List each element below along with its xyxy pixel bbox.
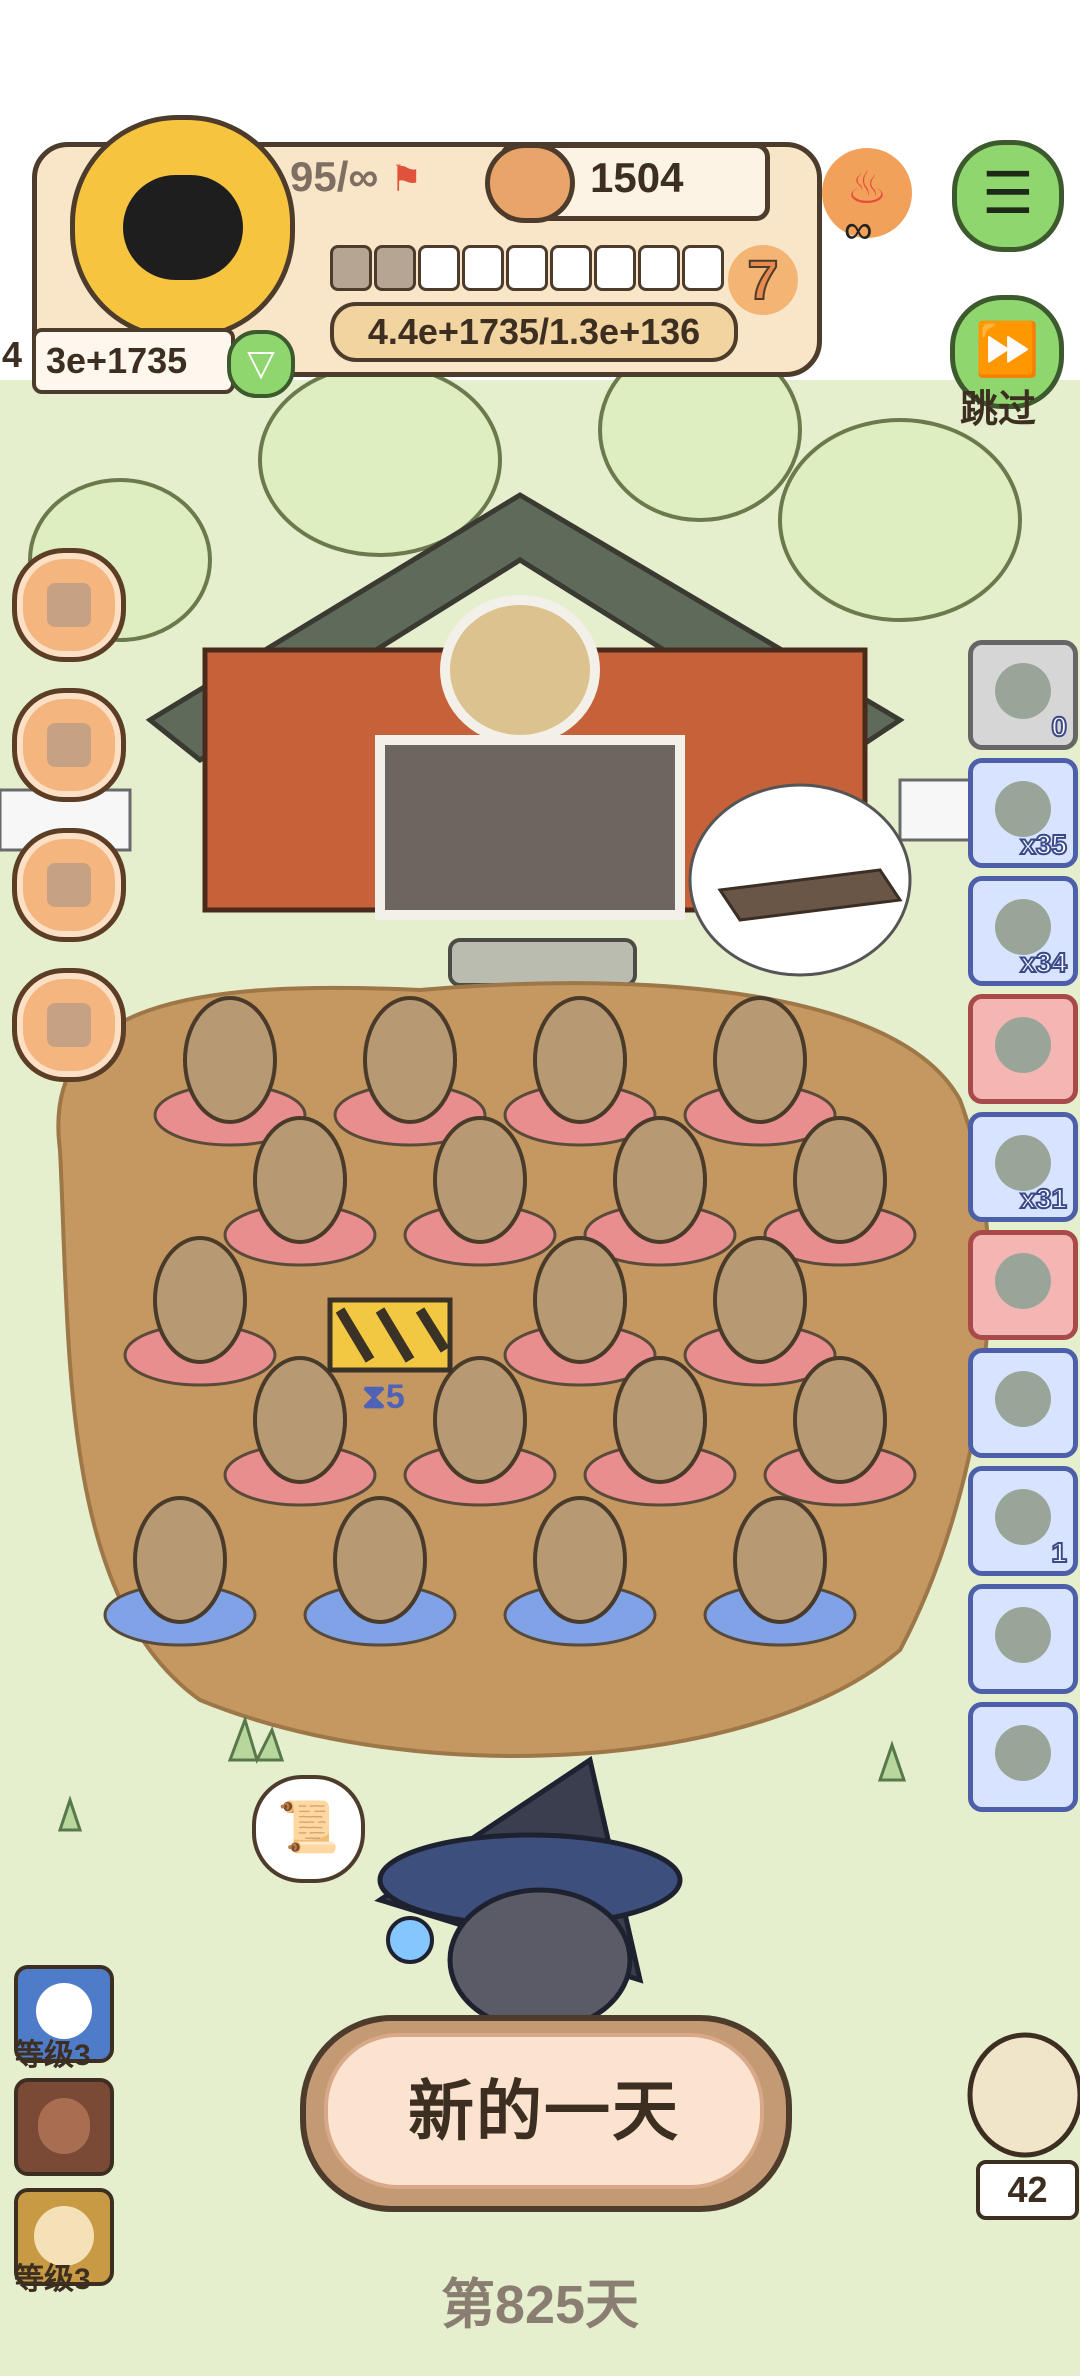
energy-counter: 95/∞ ⚑ xyxy=(290,148,470,206)
level-label-1: 等级3 xyxy=(14,2039,91,2072)
new-day-button[interactable]: 新的一天 xyxy=(300,2015,792,2212)
side-item-count: x35 xyxy=(1019,828,1068,861)
progress-pip xyxy=(330,245,372,291)
owl-count: 42 xyxy=(1007,2169,1048,2210)
card-icon xyxy=(995,1725,1051,1781)
wealth-text: 3e+1735 xyxy=(46,340,188,381)
flame-badge[interactable]: ♨ ∞ xyxy=(822,148,912,252)
expand-chevron-icon[interactable]: ▽ xyxy=(227,330,295,398)
xp-progress-bar: 4.4e+1735/1.3e+136 xyxy=(330,302,738,362)
day-label: 第825天 xyxy=(440,2275,640,2335)
wealth-counter: 4 3e+1735 ▽ xyxy=(2,328,295,398)
new-day-label: 新的一天 xyxy=(408,2074,680,2148)
progress-pip xyxy=(506,245,548,291)
gameboy-icon xyxy=(47,863,91,907)
certificate-icon[interactable]: 📜 xyxy=(252,1775,365,1883)
player-avatar[interactable] xyxy=(70,115,295,340)
green-orb-icon xyxy=(995,1253,1051,1309)
left-menu-button-3[interactable] xyxy=(12,968,126,1082)
side-item-count: 0 xyxy=(1050,710,1068,743)
level-badge: 7 xyxy=(728,245,798,315)
side-item-count: x34 xyxy=(1019,946,1068,979)
bell-icon xyxy=(995,1017,1051,1073)
blocked-plot-timer: ⧗5 xyxy=(362,1378,405,1417)
npc-hourglass-icon xyxy=(995,1489,1051,1545)
coin-counter[interactable]: 1504 xyxy=(485,143,770,223)
progress-pip xyxy=(462,245,504,291)
skip-label: 跳过 xyxy=(960,389,1037,431)
progress-pip xyxy=(638,245,680,291)
level-number: 7 xyxy=(746,247,779,312)
joystick-icon xyxy=(47,723,91,767)
side-item-slot[interactable]: x31 xyxy=(968,1112,1078,1222)
side-item-count: x31 xyxy=(1019,1182,1068,1215)
side-item-slot[interactable]: x34 xyxy=(968,876,1078,986)
left-menu-button-2[interactable] xyxy=(12,828,126,942)
flag-icon: ⚑ xyxy=(390,158,423,199)
side-item-slot[interactable] xyxy=(968,1702,1078,1812)
side-item-slot[interactable]: 1 xyxy=(968,1466,1078,1576)
progress-pip xyxy=(374,245,416,291)
progress-pip xyxy=(682,245,724,291)
progress-pip xyxy=(594,245,636,291)
side-item-count: 1 xyxy=(1050,1536,1068,1569)
owl-counter[interactable]: 42 xyxy=(976,2160,1079,2220)
progress-pip xyxy=(418,245,460,291)
coin-text: 1504 xyxy=(590,154,684,201)
side-item-slot[interactable] xyxy=(968,994,1078,1104)
side-item-slot[interactable] xyxy=(968,1348,1078,1458)
bag-slot[interactable] xyxy=(14,2078,114,2176)
flame-icon: ♨ xyxy=(846,161,888,213)
progress-text: 4.4e+1735/1.3e+136 xyxy=(367,311,701,352)
side-item-slot[interactable] xyxy=(968,1230,1078,1340)
bag-icon xyxy=(38,2098,90,2154)
black-cat-icon xyxy=(123,175,243,280)
fish-icon xyxy=(47,1003,91,1047)
hut-icon xyxy=(995,1371,1051,1427)
rock-bundle-icon xyxy=(995,663,1051,719)
feather-icon xyxy=(995,1607,1051,1663)
fast-forward-icon: ⏩ xyxy=(974,321,1040,379)
menu-list-icon[interactable]: ☰ xyxy=(952,140,1064,252)
side-item-slot[interactable]: x35 xyxy=(968,758,1078,868)
progress-pip xyxy=(550,245,592,291)
energy-text: 95/∞ xyxy=(290,153,379,200)
left-menu-button-0[interactable] xyxy=(12,548,126,662)
blocked-timer-text: 5 xyxy=(385,1378,405,1416)
side-item-slot[interactable] xyxy=(968,1584,1078,1694)
coin-can-icon xyxy=(485,143,575,223)
box-icon xyxy=(47,583,91,627)
hourglass-icon: ⧗ xyxy=(362,1378,386,1416)
infinity-icon: ∞ xyxy=(844,208,873,252)
left-menu-button-1[interactable] xyxy=(12,688,126,802)
wealth-prefix: 4 xyxy=(2,334,23,375)
side-item-slot[interactable]: 0 xyxy=(968,640,1078,750)
